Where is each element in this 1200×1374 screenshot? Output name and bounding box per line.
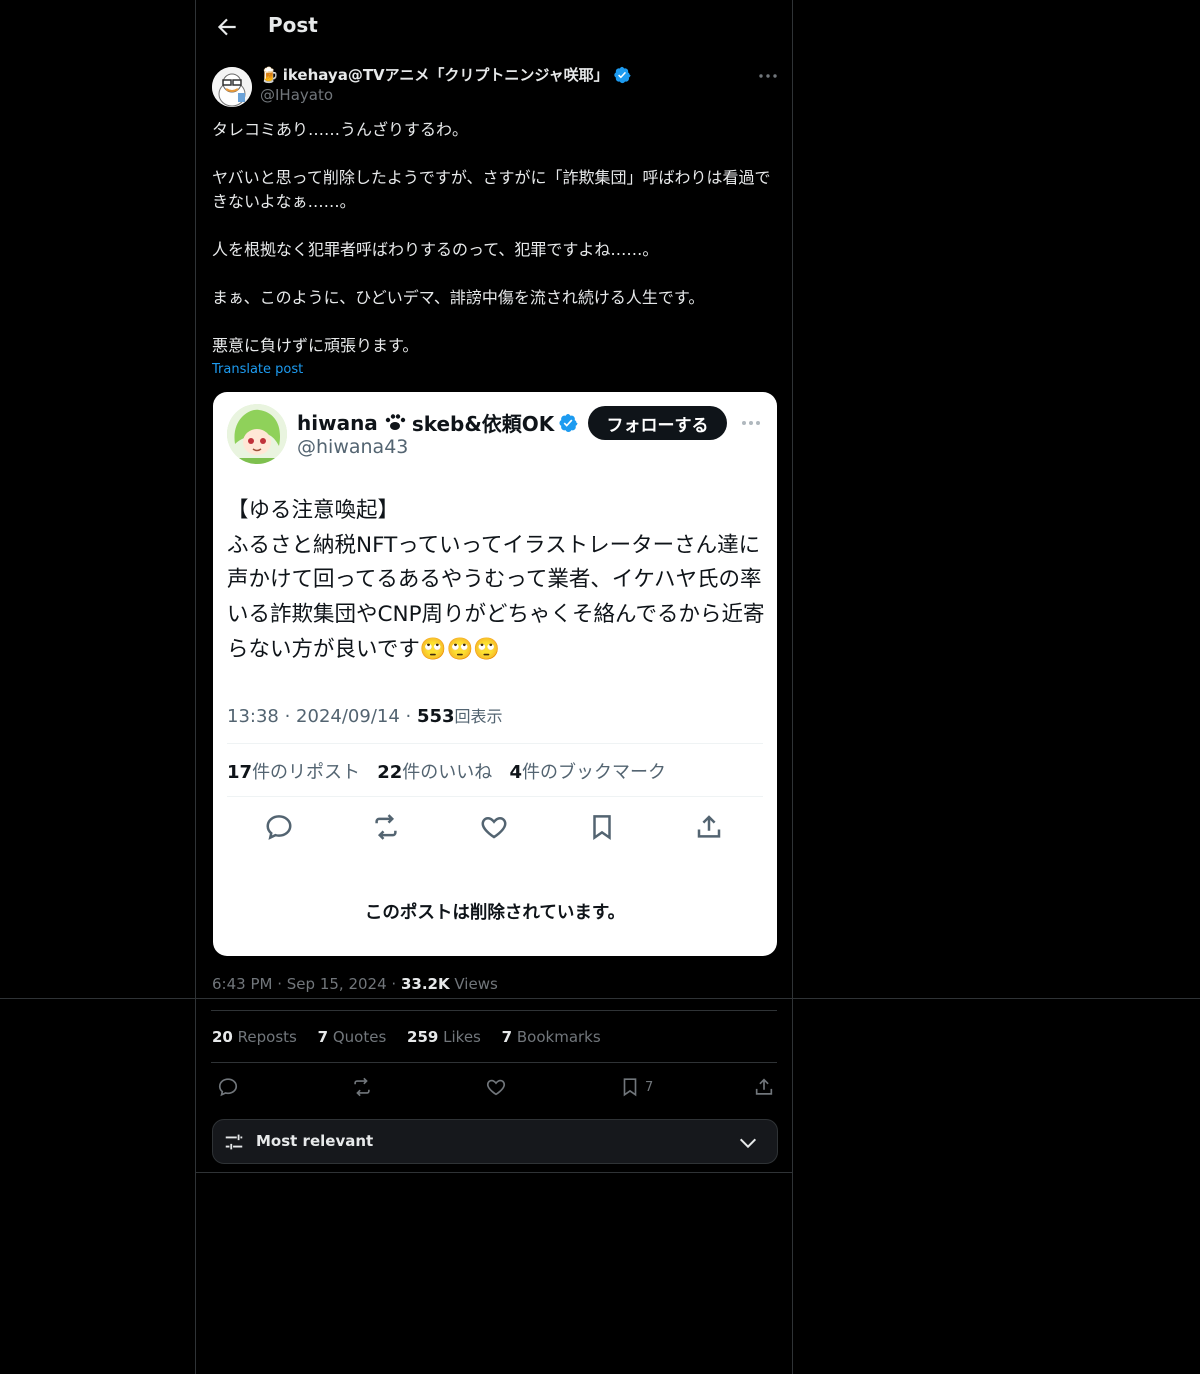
embedded-more-icon — [742, 421, 760, 425]
post-paragraph: まぁ、このように、ひどいデマ、誹謗中傷を流され続ける人生です。 — [212, 288, 705, 307]
bookmark-action-count: 7 — [645, 1080, 654, 1095]
embedded-post-text: 【ゆる注意喚起】 ふるさと納税NFTっていってイラストレーターさん達に声かけて回… — [227, 498, 765, 662]
post-paragraph: ヤバいと思って削除したようですが、さすがに「詐欺集団」呼ばわりは看過できないよな… — [212, 168, 771, 211]
like-icon[interactable] — [485, 1076, 507, 1098]
embedded-author-name: hiwana skeb&依頼OK — [297, 408, 578, 437]
reply-icon[interactable] — [217, 1076, 239, 1098]
embedded-divider — [227, 796, 763, 797]
author-name[interactable]: 🍺 ikehaya@TVアニメ「クリプトニンジャ咲耶」 — [260, 64, 631, 85]
sort-label: Most relevant — [256, 1132, 374, 1150]
paw-icon — [385, 413, 406, 430]
divider — [211, 1062, 777, 1063]
post-text: タレコミあり……うんざりするわ。 ヤバいと思って削除したようですが、さすがに「詐… — [212, 118, 782, 358]
chevron-down-icon — [739, 1138, 757, 1149]
embedded-screenshot[interactable]: hiwana skeb&依頼OK @hiwana43 フォローする 【ゆる注意喚… — [213, 392, 777, 956]
embedded-bookmark-icon — [593, 815, 611, 841]
post-paragraph: 悪意に負けずに頑張ります。 — [212, 336, 419, 355]
beer-emoji: 🍺 — [260, 65, 279, 84]
embedded-repost-icon — [375, 814, 397, 840]
engagement-stats: 20 Reposts 7 Quotes 259 Likes 7 Bookmark… — [212, 1028, 617, 1046]
embedded-divider — [227, 743, 763, 744]
views-count: 33.2K — [400, 975, 450, 993]
divider — [0, 998, 1200, 999]
verified-badge-icon — [559, 413, 578, 432]
verified-badge-icon — [613, 66, 631, 83]
bookmark-icon[interactable] — [619, 1076, 641, 1098]
views-label: Views — [454, 975, 498, 993]
quotes-stat[interactable]: 7 Quotes — [318, 1028, 387, 1046]
embedded-stats: 17件のリポスト 22件のいいね 4件のブックマーク — [227, 762, 666, 783]
page-title: Post — [268, 13, 318, 37]
translate-post-link[interactable]: Translate post — [212, 362, 303, 377]
embedded-avatar — [227, 404, 287, 464]
bookmarks-stat[interactable]: 7 Bookmarks — [502, 1028, 601, 1046]
deleted-notice: このポストは削除されています。 — [364, 903, 626, 923]
author-handle[interactable]: @IHayato — [260, 86, 333, 104]
author-display-name: ikehaya@TVアニメ「クリプトニンジャ咲耶」 — [282, 66, 609, 84]
reposts-stat[interactable]: 20 Reposts — [212, 1028, 297, 1046]
author-avatar[interactable] — [212, 67, 252, 107]
post-time[interactable]: 6:43 PM — [212, 975, 272, 993]
likes-stat[interactable]: 259 Likes — [407, 1028, 481, 1046]
repost-icon[interactable] — [351, 1076, 373, 1098]
eye-roll-emoji: 🙄🙄🙄 — [419, 636, 501, 662]
post-date[interactable]: Sep 15, 2024 — [287, 975, 387, 993]
divider — [211, 1010, 777, 1011]
filter-sliders-icon — [225, 1134, 243, 1150]
embedded-like-icon — [481, 816, 507, 839]
post-paragraph: 人を根拠なく犯罪者呼ばわりするのって、犯罪ですよね……。 — [212, 240, 659, 259]
embedded-reply-icon — [266, 815, 292, 840]
embedded-handle: @hiwana43 — [297, 436, 409, 458]
back-arrow-icon[interactable] — [214, 14, 240, 40]
embedded-share-icon — [697, 815, 721, 838]
embedded-timestamp: 13:38 · 2024/09/14 · 553回表示 — [227, 706, 503, 727]
reply-sort-dropdown[interactable]: Most relevant — [212, 1119, 778, 1164]
post-timestamp: 6:43 PM · Sep 15, 2024 · 33.2K Views — [212, 975, 498, 993]
post-paragraph: タレコミあり……うんざりするわ。 — [212, 120, 469, 139]
divider — [195, 1172, 793, 1173]
embedded-follow-button: フォローする — [588, 406, 727, 440]
share-icon[interactable] — [753, 1076, 775, 1098]
more-options-icon[interactable] — [756, 64, 780, 88]
